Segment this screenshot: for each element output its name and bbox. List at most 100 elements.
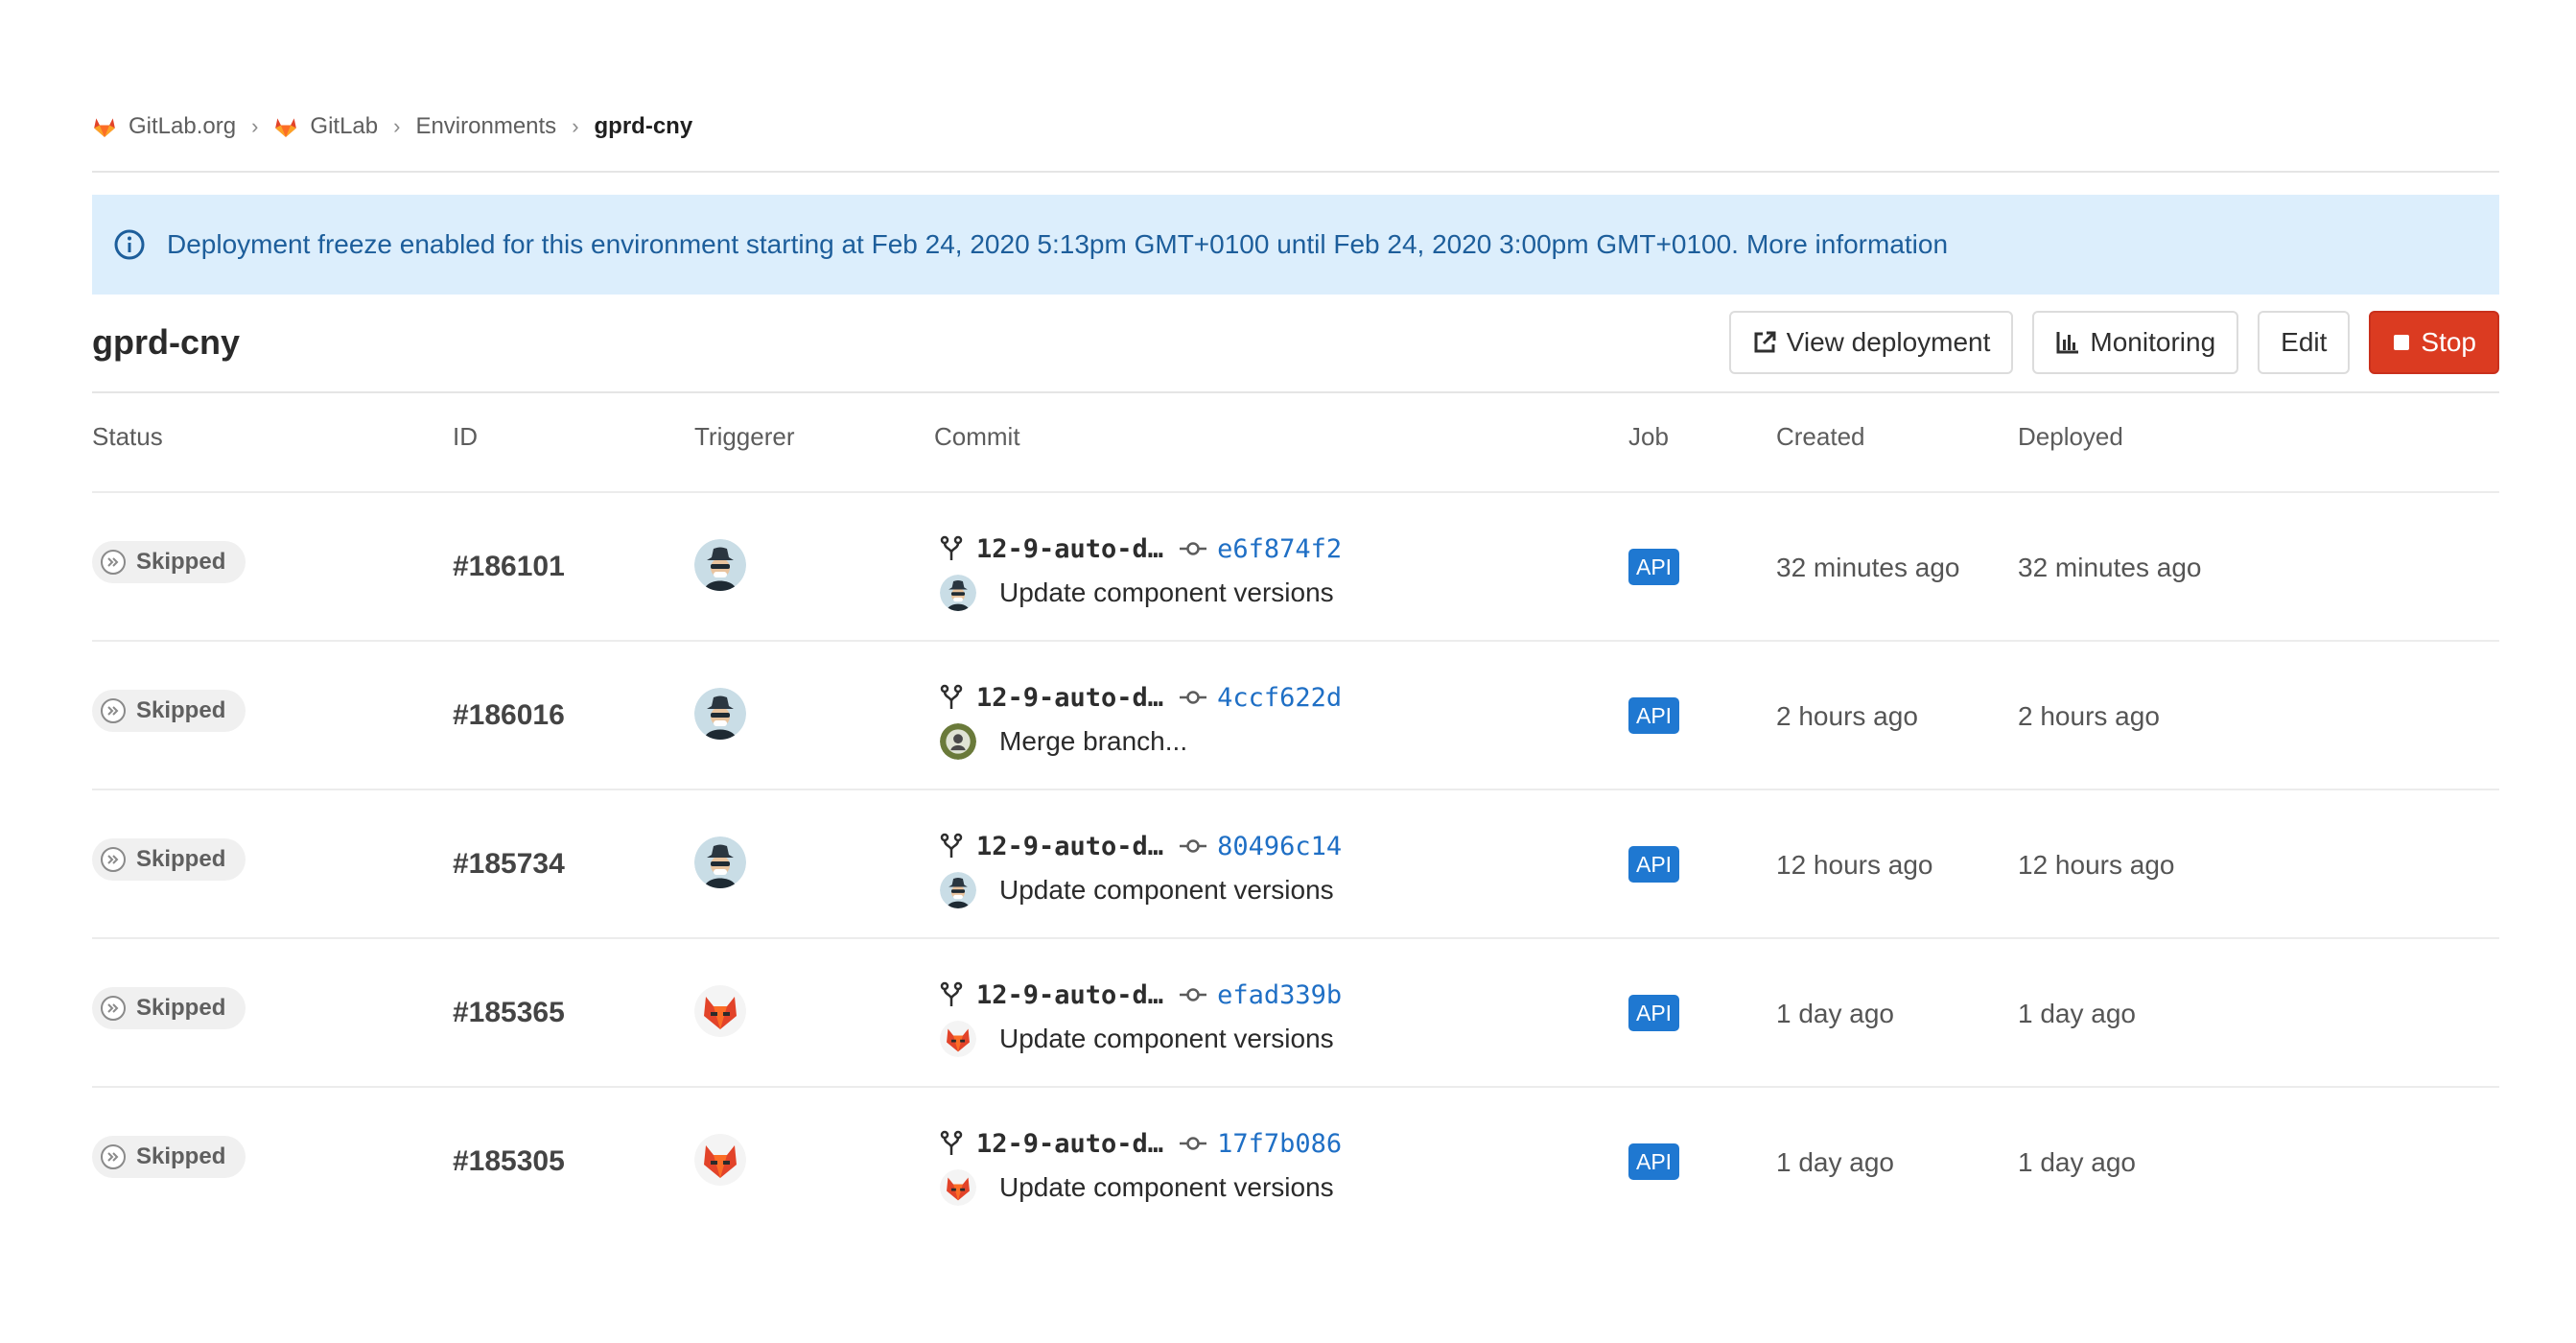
- breadcrumb-label: gprd-cny: [594, 113, 693, 139]
- branch-name[interactable]: 12-9-auto-d…: [976, 1129, 1163, 1159]
- deployed-time: 2 hours ago: [2018, 701, 2160, 731]
- commit-ref: 12-9-auto-d… efad339b: [940, 978, 1342, 1012]
- breadcrumb-label: GitLab: [310, 113, 379, 139]
- commit-sha[interactable]: e6f874f2: [1217, 534, 1342, 564]
- table-row: Skipped #186016 12-9-auto-d… 4ccf622d Me…: [92, 642, 2499, 790]
- deployment-id[interactable]: #186101: [453, 551, 565, 583]
- status-badge[interactable]: Skipped: [92, 690, 246, 732]
- commit-message[interactable]: Update component versions: [999, 1172, 1334, 1203]
- job-badge[interactable]: API: [1628, 1143, 1680, 1180]
- breadcrumb-gitlab-org[interactable]: GitLab.org: [92, 113, 236, 140]
- deployed-time: 1 day ago: [2018, 999, 2136, 1028]
- table-row: Skipped #185305 12-9-auto-d… 17f7b086 Up…: [92, 1088, 2499, 1237]
- table-row: Skipped #185365 12-9-auto-d… efad339b Up…: [92, 939, 2499, 1088]
- branch-name[interactable]: 12-9-auto-d…: [976, 683, 1163, 713]
- deployment-id[interactable]: #185365: [453, 997, 565, 1029]
- spy-avatar[interactable]: [694, 539, 746, 591]
- commit-icon: [1180, 839, 1207, 853]
- spy-avatar[interactable]: [940, 575, 976, 611]
- branch-icon: [940, 1130, 963, 1155]
- breadcrumb-gitlab[interactable]: GitLab: [273, 113, 378, 140]
- table-row: Skipped #186101 12-9-auto-d… e6f874f2 Up…: [92, 493, 2499, 642]
- branch-name[interactable]: 12-9-auto-d…: [976, 832, 1163, 861]
- chart-icon: [2056, 332, 2079, 354]
- header-commit: Commit: [934, 422, 1020, 451]
- commit-ref: 12-9-auto-d… 4ccf622d: [940, 680, 1342, 715]
- commit-info: Update component versions: [940, 871, 1334, 909]
- header-id: ID: [453, 422, 478, 451]
- created-time: 32 minutes ago: [1776, 553, 1960, 582]
- fox-avatar[interactable]: [940, 1169, 976, 1206]
- branch-name[interactable]: 12-9-auto-d…: [976, 534, 1163, 564]
- job-badge[interactable]: API: [1628, 697, 1680, 734]
- branch-icon: [940, 535, 963, 560]
- status-label: Skipped: [136, 846, 226, 872]
- skipped-icon: [101, 1144, 126, 1169]
- commit-message[interactable]: Update component versions: [999, 1024, 1334, 1054]
- commit-message[interactable]: Merge branch...: [999, 726, 1187, 757]
- commit-message[interactable]: Update component versions: [999, 577, 1334, 608]
- info-icon: [114, 229, 145, 260]
- commit-icon: [1180, 1137, 1207, 1150]
- breadcrumb-label: Environments: [415, 113, 557, 139]
- header-triggerer: Triggerer: [694, 422, 795, 451]
- status-label: Skipped: [136, 697, 226, 723]
- breadcrumb-environments[interactable]: Environments: [415, 113, 556, 140]
- commit-sha[interactable]: 17f7b086: [1217, 1129, 1342, 1159]
- fox-avatar[interactable]: [694, 985, 746, 1037]
- branch-name[interactable]: 12-9-auto-d…: [976, 980, 1163, 1010]
- commit-sha[interactable]: 4ccf622d: [1217, 683, 1342, 713]
- commit-icon: [1180, 691, 1207, 704]
- view-deployment-button[interactable]: View deployment: [1728, 311, 2014, 374]
- alert-text: Deployment freeze enabled for this envir…: [167, 229, 1739, 259]
- gitlab-logo-icon: [92, 114, 117, 139]
- branch-icon: [940, 833, 963, 858]
- branch-icon: [940, 684, 963, 709]
- commit-info: Update component versions: [940, 574, 1334, 612]
- branch-icon: [940, 981, 963, 1006]
- status-badge[interactable]: Skipped: [92, 541, 246, 583]
- chevron-right-icon: ›: [393, 114, 401, 138]
- commit-sha[interactable]: 80496c14: [1217, 832, 1342, 861]
- created-time: 12 hours ago: [1776, 850, 1933, 880]
- commit-sha[interactable]: efad339b: [1217, 980, 1342, 1010]
- spy-avatar[interactable]: [940, 872, 976, 908]
- deployment-id[interactable]: #185305: [453, 1145, 565, 1178]
- edit-button[interactable]: Edit: [2258, 311, 2351, 374]
- button-label: Monitoring: [2090, 327, 2216, 357]
- fox-avatar[interactable]: [694, 1134, 746, 1186]
- breadcrumb-label: GitLab.org: [129, 113, 237, 139]
- status-badge[interactable]: Skipped: [92, 987, 246, 1029]
- deployment-id[interactable]: #185734: [453, 848, 565, 881]
- job-badge[interactable]: API: [1628, 846, 1680, 883]
- status-badge[interactable]: Skipped: [92, 1136, 246, 1178]
- green-avatar[interactable]: [940, 723, 976, 760]
- breadcrumb-current: gprd-cny: [595, 113, 693, 140]
- breadcrumb: GitLab.org › GitLab › Environments › gpr…: [92, 107, 692, 146]
- commit-message[interactable]: Update component versions: [999, 875, 1334, 906]
- job-badge[interactable]: API: [1628, 549, 1680, 585]
- chevron-right-icon: ›: [572, 114, 579, 138]
- monitoring-button[interactable]: Monitoring: [2032, 311, 2239, 374]
- fox-avatar[interactable]: [940, 1021, 976, 1057]
- more-information-link[interactable]: More information: [1746, 229, 1948, 260]
- button-label: View deployment: [1786, 327, 1991, 357]
- skipped-icon: [101, 550, 126, 575]
- status-label: Skipped: [136, 995, 226, 1021]
- table-row: Skipped #185734 12-9-auto-d… 80496c14 Up…: [92, 790, 2499, 939]
- commit-info: Update component versions: [940, 1168, 1334, 1207]
- spy-avatar[interactable]: [694, 836, 746, 888]
- header-deployed: Deployed: [2018, 422, 2123, 451]
- deployment-freeze-alert: Deployment freeze enabled for this envir…: [92, 195, 2499, 295]
- stop-button[interactable]: Stop: [2369, 311, 2499, 374]
- status-badge[interactable]: Skipped: [92, 838, 246, 881]
- commit-ref: 12-9-auto-d… e6f874f2: [940, 531, 1342, 566]
- deployment-id[interactable]: #186016: [453, 699, 565, 732]
- deployed-time: 32 minutes ago: [2018, 553, 2202, 582]
- deployed-time: 12 hours ago: [2018, 850, 2175, 880]
- commit-info: Update component versions: [940, 1020, 1334, 1058]
- skipped-icon: [101, 996, 126, 1021]
- commit-info: Merge branch...: [940, 722, 1187, 761]
- spy-avatar[interactable]: [694, 688, 746, 740]
- job-badge[interactable]: API: [1628, 995, 1680, 1031]
